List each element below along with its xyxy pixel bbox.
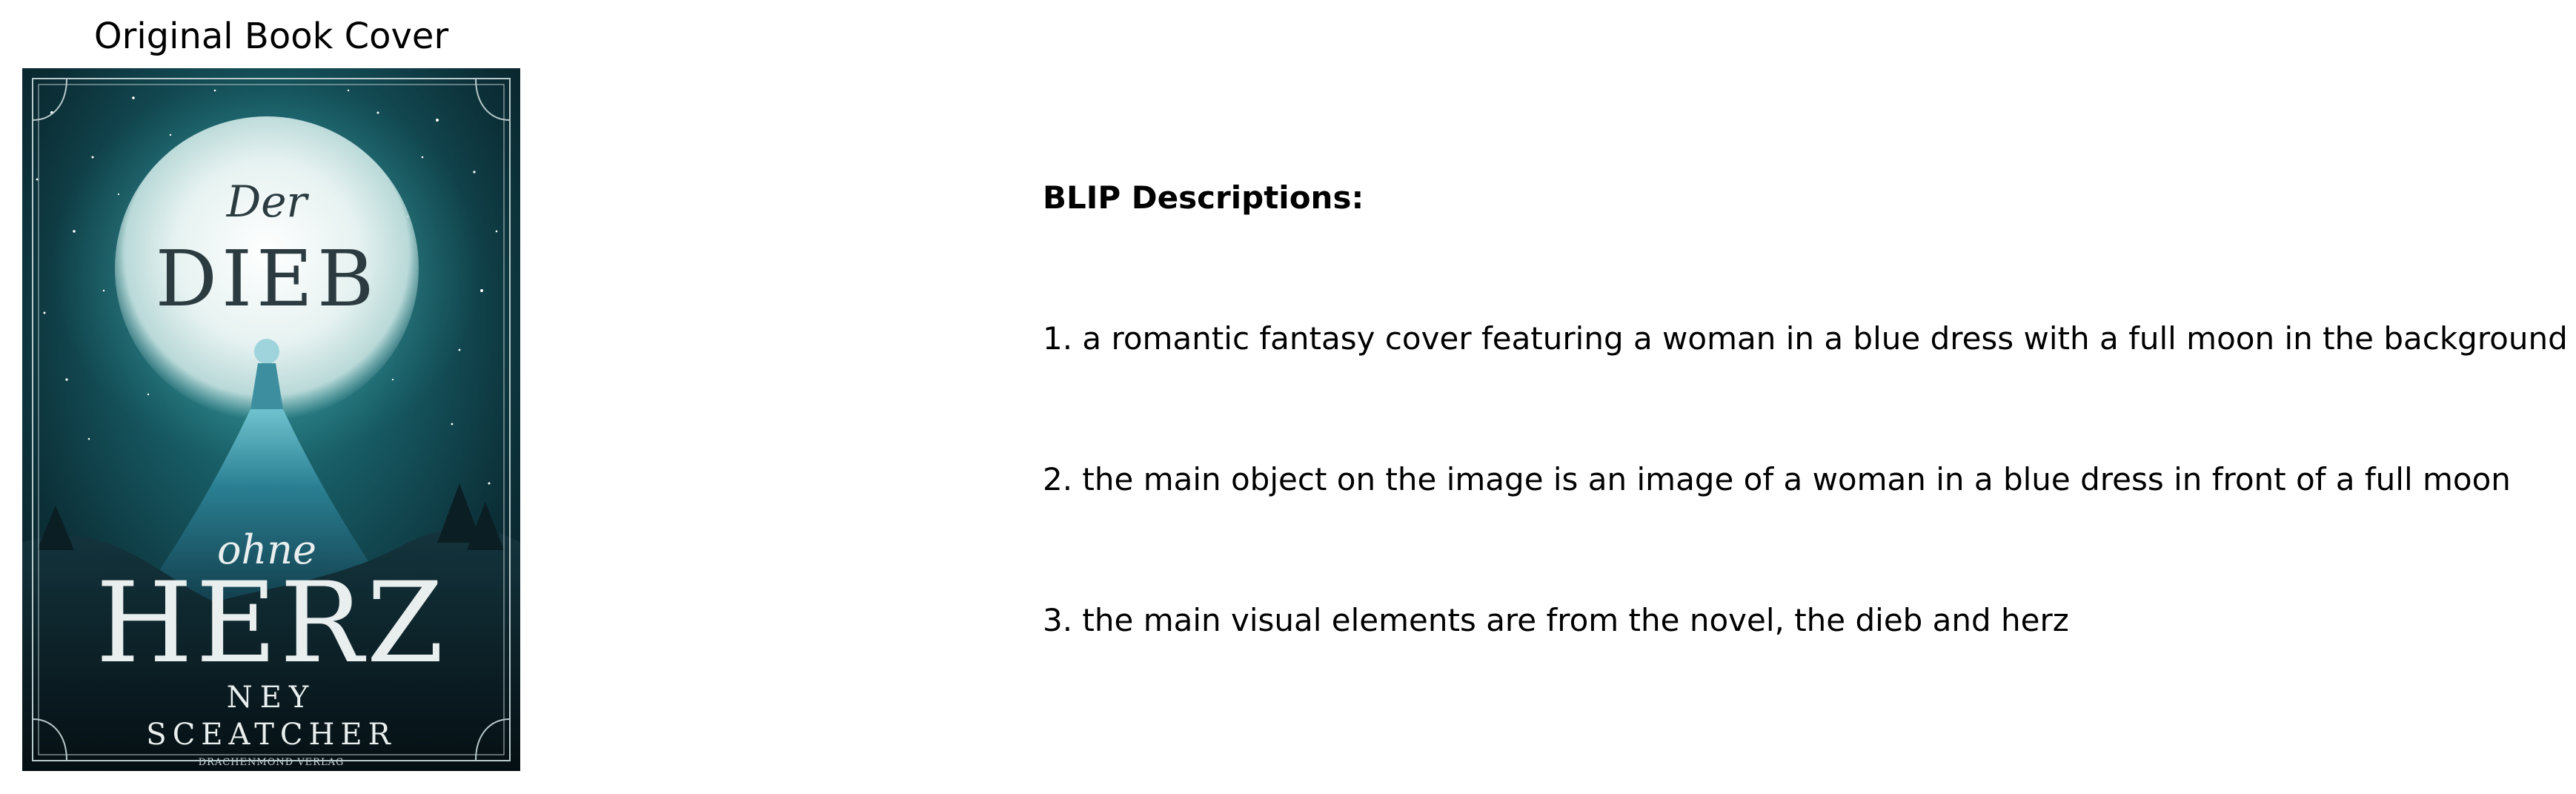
descriptions-heading: BLIP Descriptions: — [1043, 179, 1364, 216]
cover-author-last: SCEATCHER — [146, 718, 396, 752]
descriptions-panel: BLIP Descriptions: 1. a romantic fantasy… — [1043, 0, 2569, 794]
description-item: 2. the main object on the image is an im… — [1043, 461, 2511, 497]
cover-panel-title: Original Book Cover — [93, 16, 449, 57]
cover-publisher: DRACHENMOND VERLAG — [199, 757, 345, 768]
cover-author-first: NEY — [227, 681, 316, 715]
book-cover-image: Der DIEB ohne HERZ NEY SCEATCHER DRACHEN… — [22, 68, 520, 771]
cover-title-main: DIEB — [156, 234, 379, 324]
book-cover-illustration: Der DIEB ohne HERZ NEY SCEATCHER DRACHEN… — [22, 68, 520, 771]
cover-panel: Original Book Cover Der DIEB ohne HERZ N… — [0, 0, 548, 794]
description-item: 1. a romantic fantasy cover featuring a … — [1043, 320, 2568, 357]
description-item: 3. the main visual elements are from the… — [1043, 602, 2069, 638]
cover-title-small: Der — [226, 176, 310, 227]
cover-title-large: HERZ — [96, 559, 446, 688]
